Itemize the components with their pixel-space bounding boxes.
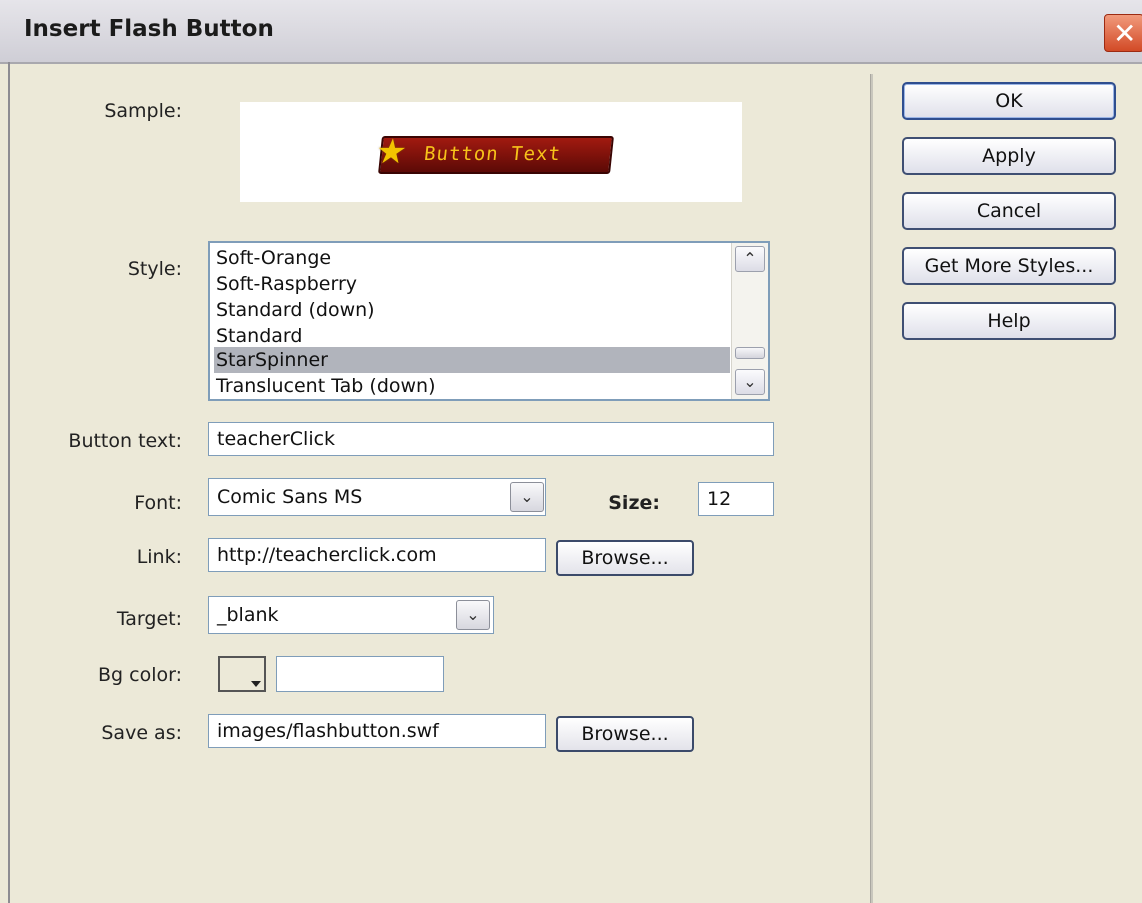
- help-button[interactable]: Help: [902, 302, 1116, 340]
- font-label: Font:: [134, 492, 182, 514]
- target-select[interactable]: _blank: [208, 596, 494, 634]
- star-icon: ★: [374, 132, 409, 172]
- bg-color-input[interactable]: [276, 656, 444, 692]
- target-label: Target:: [116, 608, 182, 630]
- get-more-styles-button[interactable]: Get More Styles...: [902, 247, 1116, 285]
- style-label: Style:: [127, 258, 182, 280]
- close-icon: ✕: [1113, 17, 1137, 50]
- dialog-title: Insert Flash Button: [24, 16, 274, 42]
- window-left-border: [8, 62, 10, 903]
- style-scrollbar[interactable]: ⌃ ⌄: [731, 243, 768, 399]
- button-text-label: Button text:: [68, 430, 182, 452]
- chevron-down-icon[interactable]: ⌄: [510, 482, 544, 512]
- sample-button-text: Button Text: [422, 143, 563, 165]
- title-bar[interactable]: Insert Flash Button ✕: [0, 0, 1142, 64]
- scroll-down-icon[interactable]: ⌄: [735, 369, 765, 395]
- style-option[interactable]: Soft-Orange: [214, 245, 730, 271]
- link-label: Link:: [136, 546, 182, 568]
- scroll-thumb[interactable]: [735, 347, 765, 359]
- font-value: Comic Sans MS: [217, 486, 363, 508]
- apply-button[interactable]: Apply: [902, 137, 1116, 175]
- ok-button[interactable]: OK: [902, 82, 1116, 120]
- save-as-browse-button[interactable]: Browse...: [556, 716, 694, 752]
- style-option[interactable]: Translucent Tab (down): [214, 373, 730, 399]
- button-text-input[interactable]: teacherClick: [208, 422, 774, 456]
- close-button[interactable]: ✕: [1104, 14, 1142, 52]
- style-option[interactable]: Soft-Raspberry: [214, 271, 730, 297]
- cancel-button[interactable]: Cancel: [902, 192, 1116, 230]
- style-option[interactable]: Standard (down): [214, 297, 730, 323]
- save-as-input[interactable]: images/flashbutton.swf: [208, 714, 546, 748]
- bg-color-label: Bg color:: [98, 664, 182, 686]
- scroll-up-icon[interactable]: ⌃: [735, 246, 765, 272]
- style-listbox[interactable]: Soft-Orange Soft-Raspberry Standard (dow…: [208, 241, 770, 401]
- style-option[interactable]: Standard: [214, 323, 730, 349]
- size-label: Size:: [608, 492, 660, 514]
- sample-preview: ★ Button Text: [240, 102, 742, 202]
- vertical-divider: [870, 74, 873, 903]
- size-input[interactable]: 12: [698, 482, 774, 516]
- target-value: _blank: [217, 604, 279, 626]
- sample-label: Sample:: [104, 100, 182, 122]
- color-picker-icon[interactable]: [218, 656, 266, 692]
- style-option-selected[interactable]: StarSpinner: [214, 347, 730, 373]
- chevron-down-icon[interactable]: ⌄: [456, 600, 490, 630]
- font-select[interactable]: Comic Sans MS: [208, 478, 546, 516]
- sample-flash-button: ★ Button Text: [374, 132, 614, 174]
- link-input[interactable]: http://teacherclick.com: [208, 538, 546, 572]
- insert-flash-button-dialog: Insert Flash Button ✕ Sample: ★ Button T…: [0, 0, 1142, 903]
- link-browse-button[interactable]: Browse...: [556, 540, 694, 576]
- save-as-label: Save as:: [101, 722, 182, 744]
